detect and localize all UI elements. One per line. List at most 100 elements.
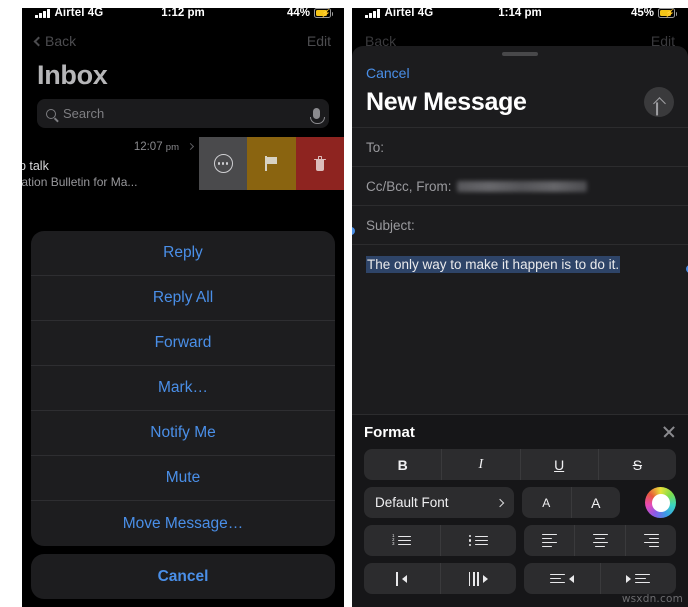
page-margin-left	[0, 0, 22, 607]
ccbcc-from-field[interactable]: Cc/Bcc, From:	[352, 166, 688, 205]
align-segmented-control	[524, 525, 676, 556]
carrier-label: Airtel 4G	[54, 7, 104, 19]
back-button[interactable]: Back	[33, 33, 77, 49]
left-phone-screen: Airtel 4G 1:12 pm 44% ⚡ Back Edit Inbox …	[22, 0, 344, 607]
flag-icon	[264, 156, 278, 171]
mail-list-row[interactable]: 12:07 pm ep talk nication Bulletin for M…	[22, 137, 344, 190]
compose-title: New Message	[366, 87, 527, 116]
left-nav-bar: Back Edit	[22, 26, 344, 56]
swipe-action-flag[interactable]	[247, 137, 296, 190]
decrease-font-size-button[interactable]: A	[522, 487, 572, 518]
subject-field[interactable]: Subject:	[352, 205, 688, 244]
subject-field-label: Subject:	[366, 217, 415, 233]
swipe-action-trash[interactable]	[295, 137, 344, 190]
battery-charging-icon: ⚡	[658, 8, 677, 18]
font-selector-button[interactable]: Default Font	[364, 487, 514, 518]
font-name-label: Default Font	[375, 495, 449, 510]
format-panel: Format B I U S Default Font A A 1 2 3	[352, 414, 688, 607]
increase-quote-level-button[interactable]	[601, 563, 677, 594]
signal-bars-icon	[35, 8, 50, 18]
increase-font-size-button[interactable]: A	[572, 487, 621, 518]
chevron-right-icon	[186, 142, 195, 151]
search-input[interactable]: Search	[37, 99, 329, 128]
action-reply-all[interactable]: Reply All	[31, 276, 335, 321]
battery-percent-label: 44%	[286, 7, 310, 19]
redacted-email-address	[456, 180, 587, 192]
text-style-segmented-control: B I U S	[364, 449, 676, 480]
action-forward[interactable]: Forward	[31, 321, 335, 366]
list-segmented-control: 123	[364, 525, 516, 556]
trash-icon	[313, 156, 326, 171]
search-icon	[46, 108, 56, 119]
italic-button[interactable]: I	[442, 449, 521, 480]
format-list-align-row: 123	[364, 525, 676, 556]
to-field-label: To:	[366, 139, 385, 155]
action-notify-me[interactable]: Notify Me	[31, 411, 335, 456]
battery-charging-icon: ⚡	[314, 8, 333, 18]
status-left-group: Airtel 4G	[365, 7, 433, 19]
action-move-message[interactable]: Move Message…	[31, 501, 335, 546]
mail-row-content: 12:07 pm ep talk nication Bulletin for M…	[22, 137, 199, 190]
search-placeholder: Search	[63, 106, 105, 121]
page-margin-top	[0, 0, 688, 8]
bold-button[interactable]: B	[364, 449, 443, 480]
right-phone-screen: Airtel 4G 1:14 pm 45% ⚡ Back Edit Cancel…	[352, 0, 688, 607]
align-right-button[interactable]	[626, 525, 676, 556]
page-gutter	[344, 0, 352, 607]
bulleted-list-button[interactable]	[441, 525, 517, 556]
align-right-icon	[643, 533, 659, 548]
status-left-group: Airtel 4G	[35, 7, 103, 19]
action-sheet-group: Reply Reply All Forward Mark… Notify Me …	[31, 231, 335, 546]
indent-icon	[468, 571, 488, 586]
compose-cancel-button[interactable]: Cancel	[352, 56, 688, 81]
mail-row-subject: nication Bulletin for Ma...	[22, 175, 138, 189]
page-title: Inbox	[37, 60, 108, 90]
close-icon[interactable]	[662, 425, 676, 439]
ccbcc-from-label: Cc/Bcc, From:	[366, 178, 452, 194]
numbered-list-icon: 123	[392, 534, 412, 546]
outdent-icon	[396, 571, 408, 586]
indent-button[interactable]	[441, 563, 517, 594]
action-sheet-cancel-button[interactable]: Cancel	[31, 554, 335, 599]
format-panel-title: Format	[364, 423, 415, 441]
quote-segmented-control	[524, 563, 676, 594]
screenshot-root: Airtel 4G 1:12 pm 44% ⚡ Back Edit Inbox …	[0, 0, 688, 607]
battery-percent-label: 45%	[630, 7, 654, 19]
action-mark[interactable]: Mark…	[31, 366, 335, 411]
align-center-icon	[592, 533, 608, 548]
to-field[interactable]: To:	[352, 127, 688, 166]
quote-increase-icon	[626, 573, 651, 584]
align-left-button[interactable]	[524, 525, 575, 556]
outdent-button[interactable]	[364, 563, 441, 594]
chevron-right-icon	[495, 498, 505, 507]
signal-bars-icon	[365, 8, 380, 18]
decrease-quote-level-button[interactable]	[524, 563, 601, 594]
underline-button[interactable]: U	[521, 449, 599, 480]
mail-row-time: 12:07 pm	[133, 141, 179, 153]
edit-button[interactable]: Edit	[307, 33, 331, 49]
format-font-row: Default Font A A	[364, 487, 676, 518]
align-center-button[interactable]	[575, 525, 626, 556]
action-sheet: Reply Reply All Forward Mark… Notify Me …	[31, 231, 335, 599]
more-circle-icon	[213, 154, 233, 173]
compose-header: New Message	[352, 81, 688, 127]
mail-row-sender: ep talk	[22, 159, 49, 173]
bulleted-list-icon	[468, 534, 488, 547]
status-right-group: 45% ⚡	[630, 7, 677, 19]
swipe-action-more[interactable]	[199, 137, 248, 190]
carrier-label: Airtel 4G	[384, 7, 434, 19]
indent-segmented-control	[364, 563, 516, 594]
send-button[interactable]	[644, 87, 674, 117]
compose-body[interactable]: The only way to make it happen is to do …	[352, 227, 688, 349]
strikethrough-button[interactable]: S	[599, 449, 676, 480]
format-indent-quote-row	[364, 563, 676, 594]
back-button-label: Back	[45, 33, 77, 49]
status-right-group: 44% ⚡	[286, 7, 333, 19]
arrow-up-icon	[652, 97, 666, 110]
action-reply[interactable]: Reply	[31, 231, 335, 276]
action-mute[interactable]: Mute	[31, 456, 335, 501]
format-panel-header: Format	[364, 415, 676, 449]
numbered-list-button[interactable]: 123	[364, 525, 441, 556]
color-wheel-icon[interactable]	[645, 487, 676, 518]
microphone-icon[interactable]	[310, 108, 325, 124]
